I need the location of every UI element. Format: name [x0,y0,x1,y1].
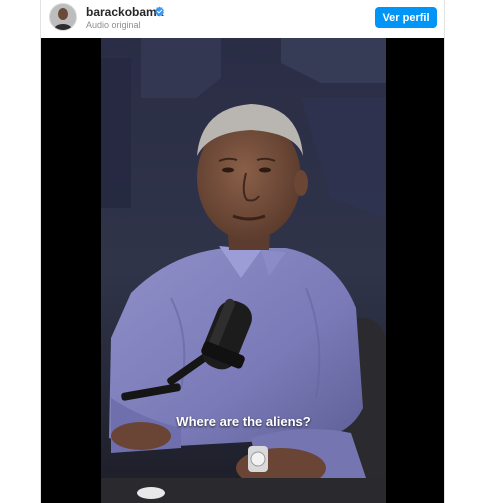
video-frame: Where are the aliens? [101,38,386,503]
post-header: barackobama Audio original Ver perfil [41,0,444,38]
video-player[interactable]: Where are the aliens? [41,38,444,503]
avatar[interactable] [49,3,77,31]
verified-badge-icon [155,6,164,17]
view-profile-button[interactable]: Ver perfil [375,7,437,28]
video-still-image [101,38,386,503]
video-caption: Where are the aliens? [176,414,311,429]
username-link[interactable]: barackobama [86,5,163,19]
avatar-image [50,4,76,30]
instagram-embed: barackobama Audio original Ver perfil Wh… [40,0,445,503]
audio-label[interactable]: Audio original [86,20,141,30]
